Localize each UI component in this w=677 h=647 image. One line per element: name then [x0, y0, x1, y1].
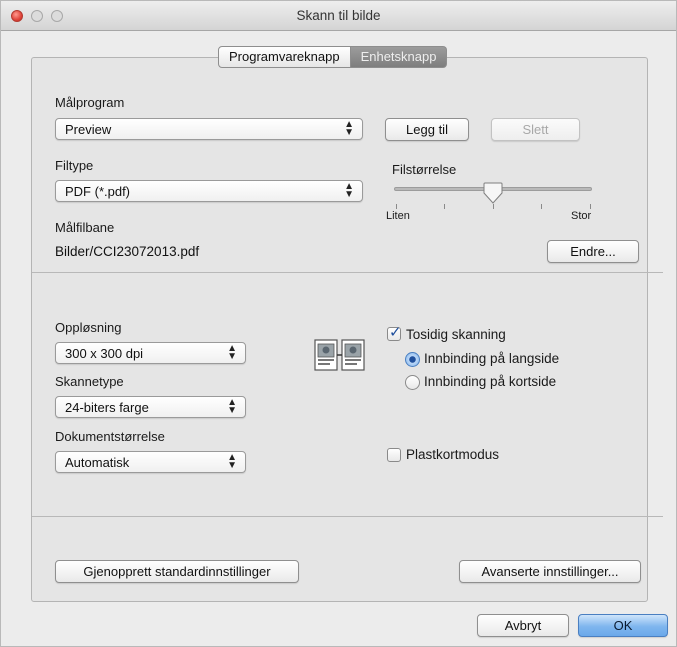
destination-path-label: Målfilbane [55, 220, 115, 235]
document-size-value: Automatisk [65, 455, 130, 470]
document-size-label: Dokumentstørrelse [55, 429, 165, 444]
section-divider [32, 516, 663, 517]
tab-device-button[interactable]: Enhetsknapp [350, 46, 448, 68]
popup-arrows-icon: ▲ ▼ [344, 181, 354, 200]
scan-type-label: Skannetype [55, 374, 124, 389]
target-app-value: Preview [65, 122, 112, 137]
duplex-scan-label: Tosidig skanning [406, 327, 506, 342]
tab-bar: Programvareknapp Enhetsknapp [218, 46, 448, 68]
short-edge-radio[interactable] [405, 375, 420, 390]
target-app-label: Målprogram [55, 95, 125, 110]
slider-tick [541, 204, 542, 209]
slider-tick [493, 204, 494, 209]
filetype-popup[interactable]: PDF (*.pdf) ▲ ▼ [55, 180, 363, 202]
popup-arrows-icon: ▲ ▼ [227, 397, 237, 416]
slider-tick [396, 204, 397, 209]
resolution-label: Oppløsning [55, 320, 122, 335]
popup-arrows-icon: ▲ ▼ [344, 119, 354, 138]
window-title: Skann til bilde [296, 8, 381, 23]
filesize-label: Filstørrelse [392, 162, 457, 177]
plastic-card-label: Plastkortmodus [406, 447, 500, 462]
filesize-slider-knob[interactable] [483, 182, 503, 204]
title-bar: Skann til bilde [1, 1, 676, 31]
popup-arrows-icon: ▲ ▼ [227, 452, 237, 471]
long-edge-radio[interactable] [405, 352, 420, 367]
destination-path-value: Bilder/CCI23072013.pdf [55, 244, 200, 259]
filesize-min-label: Liten [386, 210, 410, 222]
document-size-popup[interactable]: Automatisk ▲ ▼ [55, 451, 246, 473]
tab-software-button[interactable]: Programvareknapp [218, 46, 351, 68]
resolution-popup[interactable]: 300 x 300 dpi ▲ ▼ [55, 342, 246, 364]
popup-arrows-icon: ▲ ▼ [227, 343, 237, 362]
target-app-popup[interactable]: Preview ▲ ▼ [55, 118, 363, 140]
resolution-value: 300 x 300 dpi [65, 346, 144, 361]
slider-tick [590, 204, 591, 209]
slider-tick [444, 204, 445, 209]
section-divider [32, 272, 663, 273]
filetype-value: PDF (*.pdf) [65, 184, 131, 199]
duplex-scan-checkbox[interactable] [387, 323, 402, 341]
scan-type-popup[interactable]: 24-biters farge ▲ ▼ [55, 396, 246, 418]
plastic-card-checkbox[interactable] [387, 448, 401, 462]
add-app-button[interactable]: Legg til [385, 118, 469, 141]
filetype-label: Filtype [55, 158, 94, 173]
filesize-max-label: Stor [571, 210, 592, 222]
ok-button[interactable]: OK [578, 614, 668, 637]
scan-type-value: 24-biters farge [65, 400, 149, 415]
long-edge-label: Innbinding på langside [424, 351, 560, 366]
cancel-button[interactable]: Avbryt [477, 614, 569, 637]
short-edge-label: Innbinding på kortside [424, 374, 557, 389]
advanced-settings-button[interactable]: Avanserte innstillinger... [459, 560, 641, 583]
change-path-button[interactable]: Endre... [547, 240, 639, 263]
dialog-window: Skann til bilde Programvareknapp Enhetsk… [0, 0, 677, 647]
delete-app-button[interactable]: Slett [491, 118, 580, 141]
duplex-pages-icon [314, 339, 365, 371]
restore-defaults-button[interactable]: Gjenopprett standardinnstillinger [55, 560, 299, 583]
